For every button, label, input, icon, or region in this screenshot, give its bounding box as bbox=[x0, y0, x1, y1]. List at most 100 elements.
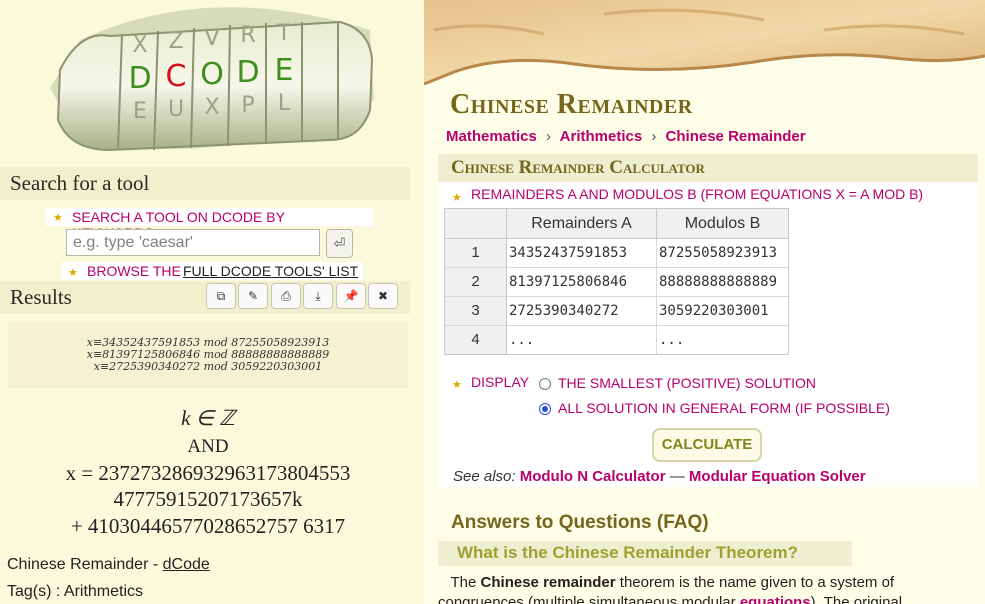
page-title: Chinese Remainder bbox=[450, 89, 693, 120]
breadcrumb-chinese-remainder[interactable]: Chinese Remainder bbox=[666, 128, 806, 145]
dcode-logo[interactable]: XZV RT EUX PL D C O D E bbox=[40, 0, 380, 168]
breadcrumb-separator: › bbox=[651, 128, 657, 145]
edit-icon: ✎ bbox=[247, 289, 259, 303]
result-equation: x≡2725390340272 mod 3059220303001 bbox=[93, 360, 323, 373]
svg-text:U: U bbox=[168, 97, 184, 122]
download-button[interactable]: ⤓ bbox=[303, 283, 333, 309]
remainder-cell[interactable]: ... bbox=[507, 326, 657, 354]
edit-button[interactable]: ✎ bbox=[238, 283, 268, 309]
option-general-form[interactable]: ALL SOLUTION IN GENERAL FORM (IF POSSIBL… bbox=[558, 400, 890, 416]
modulo-cell[interactable]: 3059220303001 bbox=[657, 297, 788, 325]
grid-row: 3 2725390340272 3059220303001 bbox=[445, 297, 788, 326]
row-number: 3 bbox=[445, 297, 507, 325]
svg-text:X: X bbox=[132, 33, 147, 58]
svg-text:Z: Z bbox=[168, 29, 183, 54]
pin-button[interactable]: 📌 bbox=[336, 283, 366, 309]
calculator-panel: Chinese Remainder Calculator ★ REMAINDER… bbox=[438, 154, 978, 487]
close-icon: ✖ bbox=[377, 289, 389, 303]
close-results-button[interactable]: ✖ bbox=[368, 283, 398, 309]
equations-link[interactable]: equations bbox=[740, 594, 811, 604]
row-number: 4 bbox=[445, 326, 507, 354]
solution-line-3: + 41030446577028652757 6317 bbox=[70, 514, 346, 538]
search-heading-text: Search for a tool bbox=[10, 171, 150, 195]
calculate-button[interactable]: CALCULATE bbox=[652, 428, 762, 462]
star-icon: ★ bbox=[452, 379, 462, 391]
remainder-cell[interactable]: 34352437591853 bbox=[507, 239, 657, 267]
parchment-banner bbox=[424, 0, 985, 86]
see-also: See also: Modulo N Calculator — Modular … bbox=[453, 468, 866, 485]
browse-tools-row: ★ BROWSE THE FULL DCODE TOOLS' LIST bbox=[62, 262, 362, 280]
breadcrumb-arithmetics[interactable]: Arithmetics bbox=[560, 128, 643, 145]
modulo-cell[interactable]: 88888888888889 bbox=[657, 268, 788, 296]
svg-text:R: R bbox=[240, 23, 255, 48]
radio-general-form[interactable] bbox=[539, 403, 551, 415]
modulo-cell[interactable]: ... bbox=[657, 326, 788, 354]
remainders-grid[interactable]: Remainders A Modulos B 1 34352437591853 … bbox=[444, 208, 789, 355]
column-header-modulos: Modulos B bbox=[657, 209, 788, 239]
answer-post: ). The original bbox=[810, 594, 903, 604]
inputs-label: REMAINDERS A AND MODULOS B (FROM EQUATIO… bbox=[471, 186, 924, 202]
browse-prefix: BROWSE THE bbox=[87, 263, 181, 279]
calculator-heading: Chinese Remainder Calculator bbox=[438, 154, 978, 182]
copy-button[interactable]: ⧉ bbox=[206, 283, 236, 309]
breadcrumb-separator: › bbox=[546, 128, 552, 145]
tags-line: Tag(s) : Arithmetics bbox=[7, 583, 144, 600]
logo-letter-c: C bbox=[166, 59, 187, 94]
see-also-label: See also: bbox=[453, 468, 516, 485]
print-button[interactable]: ⎙ bbox=[271, 283, 301, 309]
results-heading-text: Results bbox=[10, 285, 72, 309]
faq-question-box: What is the Chinese Remainder Theorem? bbox=[438, 541, 852, 566]
modulo-cell[interactable]: 87255058923913 bbox=[657, 239, 788, 267]
solution-line-2: 47775915207173657k bbox=[113, 487, 303, 511]
dcode-link[interactable]: dCode bbox=[163, 556, 210, 573]
pin-icon: 📌 bbox=[343, 289, 359, 303]
modular-equation-solver-link[interactable]: Modular Equation Solver bbox=[689, 468, 866, 485]
svg-text:V: V bbox=[204, 26, 219, 51]
grid-corner bbox=[445, 209, 507, 239]
grid-row: 2 81397125806846 88888888888889 bbox=[445, 268, 788, 297]
column-header-remainders: Remainders A bbox=[507, 209, 657, 239]
row-number: 1 bbox=[445, 239, 507, 267]
search-input[interactable] bbox=[66, 229, 320, 256]
copy-icon: ⧉ bbox=[216, 289, 226, 303]
svg-text:T: T bbox=[276, 21, 291, 46]
modulo-n-calculator-link[interactable]: Modulo N Calculator bbox=[520, 468, 666, 485]
logo-letter-d1: D bbox=[128, 61, 151, 96]
svg-text:X: X bbox=[204, 95, 219, 120]
faq-heading: Answers to Questions (FAQ) bbox=[451, 512, 709, 533]
svg-text:E: E bbox=[133, 99, 147, 124]
solution-line-1: x = 237273286932963173804553 bbox=[65, 461, 351, 485]
search-submit-button[interactable]: ⏎ bbox=[326, 229, 353, 258]
grid-row: 4 ... ... bbox=[445, 326, 788, 355]
option-smallest-solution[interactable]: THE SMALLEST (POSITIVE) SOLUTION bbox=[558, 375, 816, 391]
main-content: Chinese Remainder Mathematics › Arithmet… bbox=[424, 0, 985, 604]
logo-letter-e: E bbox=[275, 53, 294, 88]
row-number: 2 bbox=[445, 268, 507, 296]
faq-question: What is the Chinese Remainder Theorem? bbox=[457, 543, 799, 562]
star-icon: ★ bbox=[53, 212, 63, 224]
logo-letter-o: O bbox=[200, 57, 224, 92]
keyword-search-label: ★ SEARCH A TOOL ON DCODE BY KEYWORDS: bbox=[46, 208, 374, 241]
source-credit: Chinese Remainder - dCode bbox=[7, 556, 210, 574]
logo-letter-d2: D bbox=[236, 55, 259, 90]
answer-bold-term: Chinese remainder bbox=[480, 574, 616, 591]
enter-icon: ⏎ bbox=[333, 235, 346, 251]
full-tools-list-link[interactable]: FULL DCODE TOOLS' LIST bbox=[183, 263, 358, 279]
remainder-cell[interactable]: 81397125806846 bbox=[507, 268, 657, 296]
faq-answer: The Chinese remainder theorem is the nam… bbox=[438, 573, 968, 604]
download-icon: ⤓ bbox=[315, 289, 321, 303]
breadcrumb-mathematics[interactable]: Mathematics bbox=[446, 128, 537, 145]
remainder-cell[interactable]: 2725390340272 bbox=[507, 297, 657, 325]
k-integer-line: k ∈ ℤ bbox=[181, 406, 235, 430]
svg-text:P: P bbox=[241, 93, 254, 118]
svg-text:L: L bbox=[278, 91, 291, 116]
left-sidebar: XZV RT EUX PL D C O D E Search for a too… bbox=[0, 0, 424, 604]
breadcrumb: Mathematics › Arithmetics › Chinese Rema… bbox=[446, 128, 806, 145]
radio-smallest-solution[interactable] bbox=[539, 378, 551, 390]
and-label: AND bbox=[187, 436, 229, 457]
display-label: DISPLAY bbox=[471, 374, 530, 390]
answer-pre: The bbox=[450, 574, 477, 591]
see-also-separator: — bbox=[669, 468, 685, 485]
calculator-heading-text: Chinese Remainder Calculator bbox=[451, 157, 705, 178]
print-icon: ⎙ bbox=[281, 289, 291, 303]
